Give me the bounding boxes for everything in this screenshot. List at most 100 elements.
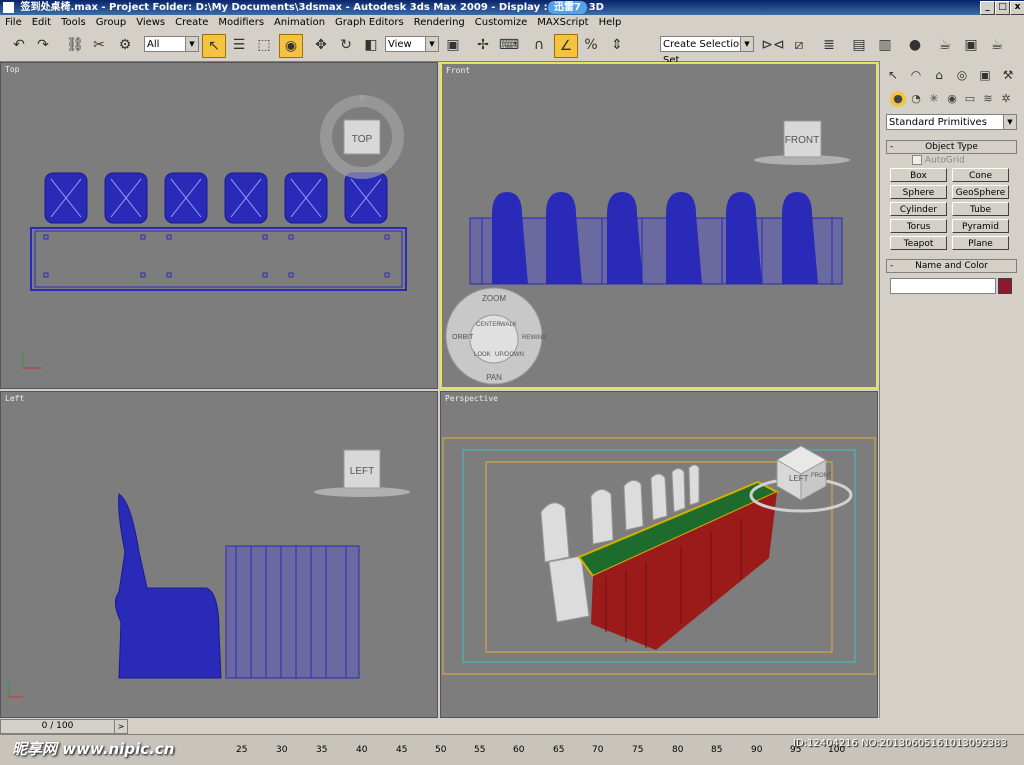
wheel-rewind[interactable]: REWIND	[522, 335, 547, 341]
select-by-name-icon[interactable]: ☰	[228, 34, 250, 56]
tube-button[interactable]: Tube	[952, 202, 1009, 216]
next-frame-arrow-icon[interactable]: >	[114, 719, 128, 734]
layer-manager-icon[interactable]: ≣	[818, 34, 840, 56]
pivot-center-icon[interactable]: ▣	[442, 34, 464, 56]
shapes-icon[interactable]: ◔	[908, 91, 924, 107]
select-and-manipulate-icon[interactable]: ✢	[472, 34, 494, 56]
menu-help[interactable]: Help	[594, 17, 627, 28]
time-slider-thumb[interactable]: 0 / 100	[0, 719, 115, 734]
rectangular-selection-icon[interactable]: ⬚	[253, 34, 275, 56]
select-and-rotate-icon[interactable]: ↻	[335, 34, 357, 56]
viewport-label-left[interactable]: Left	[5, 394, 24, 403]
menu-animation[interactable]: Animation	[269, 17, 330, 28]
box-button[interactable]: Box	[890, 168, 947, 182]
menu-tools[interactable]: Tools	[56, 17, 91, 28]
object-category-dropdown[interactable]: Standard Primitives ▼	[886, 114, 1017, 130]
object-type-rollout[interactable]: - Object Type	[886, 140, 1017, 154]
teapot-button[interactable]: Teapot	[890, 236, 947, 250]
select-and-scale-icon[interactable]: ◧	[360, 34, 382, 56]
undo-icon[interactable]: ↶	[8, 34, 30, 56]
angle-snap-icon[interactable]: ∠	[554, 34, 578, 58]
render-setup-icon[interactable]: ☕	[934, 34, 956, 56]
wheel-walk[interactable]: WALK	[500, 322, 517, 328]
geometry-icon[interactable]: ●	[890, 91, 906, 107]
select-and-move-icon[interactable]: ✥	[310, 34, 332, 56]
menu-rendering[interactable]: Rendering	[409, 17, 470, 28]
menu-group[interactable]: Group	[91, 17, 131, 28]
schematic-view-icon[interactable]: ▥	[874, 34, 896, 56]
bind-space-warp-icon[interactable]: ⚙	[114, 34, 136, 56]
window-crossing-icon[interactable]: ◉	[279, 34, 303, 58]
sphere-button[interactable]: Sphere	[890, 185, 947, 199]
time-slider[interactable]: 0 / 100 >	[0, 718, 879, 734]
named-selection-dropdown[interactable]: Create Selection Set ▼	[660, 36, 754, 66]
utilities-tab-icon[interactable]: ⚒	[998, 65, 1018, 85]
select-and-link-icon[interactable]: ⛓	[64, 34, 86, 56]
quick-render-icon[interactable]: ☕	[986, 34, 1008, 56]
modify-tab-icon[interactable]: ◠	[906, 65, 926, 85]
object-name-input[interactable]	[890, 278, 996, 294]
object-color-swatch[interactable]	[998, 278, 1012, 294]
unlink-icon[interactable]: ✂	[88, 34, 110, 56]
menu-customize[interactable]: Customize	[470, 17, 533, 28]
material-editor-icon[interactable]: ●	[904, 34, 926, 56]
minimize-button[interactable]: _	[980, 1, 995, 15]
display-tab-icon[interactable]: ▣	[975, 65, 995, 85]
cylinder-button[interactable]: Cylinder	[890, 202, 947, 216]
percent-snap-icon[interactable]: %	[580, 34, 602, 56]
viewport-front[interactable]: FRONT ZOOM PAN ORBIT REWIND CENTER WALK …	[440, 62, 878, 389]
viewport-label-front[interactable]: Front	[446, 66, 470, 75]
spinner-snap-icon[interactable]: ⇕	[606, 34, 628, 56]
cameras-icon[interactable]: ◉	[944, 91, 960, 107]
keyboard-shortcut-icon[interactable]: ⌨	[498, 34, 520, 56]
wheel-updown[interactable]: UP/DOWN	[495, 352, 524, 358]
redo-icon[interactable]: ↷	[32, 34, 54, 56]
lights-icon[interactable]: ✳	[926, 91, 942, 107]
xunlei-badge[interactable]: 迅雷7	[548, 1, 587, 14]
viewport-top[interactable]: TOP N Top	[0, 62, 438, 389]
menu-create[interactable]: Create	[170, 17, 213, 28]
autogrid-checkbox[interactable]: AutoGrid	[912, 155, 965, 166]
helpers-icon[interactable]: ▭	[962, 91, 978, 107]
maximize-button[interactable]: □	[995, 1, 1010, 15]
cone-button[interactable]: Cone	[952, 168, 1009, 182]
menu-edit[interactable]: Edit	[27, 17, 56, 28]
viewport-perspective[interactable]: LEFT FRONT Perspective	[440, 391, 878, 718]
viewport-left[interactable]: LEFT Left	[0, 391, 438, 718]
geosphere-button[interactable]: GeoSphere	[952, 185, 1009, 199]
wheel-pan[interactable]: PAN	[486, 373, 502, 382]
pyramid-button[interactable]: Pyramid	[952, 219, 1009, 233]
wheel-center[interactable]: CENTER	[476, 322, 501, 328]
app-icon[interactable]	[3, 2, 14, 13]
viewport-label-perspective[interactable]: Perspective	[445, 394, 498, 403]
steering-wheel[interactable]: ZOOM PAN ORBIT REWIND CENTER WALK LOOK U…	[445, 287, 547, 385]
menu-graph-editors[interactable]: Graph Editors	[330, 17, 409, 28]
reference-coord-dropdown[interactable]: View ▼	[385, 36, 439, 52]
rendered-frame-window-icon[interactable]: ▣	[960, 34, 982, 56]
close-button[interactable]: x	[1010, 1, 1024, 15]
menu-maxscript[interactable]: MAXScript	[532, 17, 593, 28]
menu-modifiers[interactable]: Modifiers	[213, 17, 269, 28]
motion-tab-icon[interactable]: ◎	[952, 65, 972, 85]
viewport-label-top[interactable]: Top	[5, 65, 19, 74]
systems-icon[interactable]: ✲	[998, 91, 1014, 107]
align-icon[interactable]: ⧄	[788, 34, 810, 56]
selection-filter-dropdown[interactable]: All ▼	[144, 36, 199, 52]
torus-button[interactable]: Torus	[890, 219, 947, 233]
view-cube-front[interactable]: FRONT	[754, 120, 850, 165]
curve-editor-icon[interactable]: ▤	[848, 34, 870, 56]
snaps-toggle-icon[interactable]: ∩	[528, 34, 550, 56]
select-object-icon[interactable]: ↖	[202, 34, 226, 58]
mirror-icon[interactable]: ⊳⊲	[761, 34, 784, 56]
menu-views[interactable]: Views	[131, 17, 170, 28]
menu-file[interactable]: File	[0, 17, 27, 28]
wheel-look[interactable]: LOOK	[474, 352, 491, 358]
create-tab-icon[interactable]: ↖	[883, 65, 903, 85]
hierarchy-tab-icon[interactable]: ⌂	[929, 65, 949, 85]
space-warps-icon[interactable]: ≋	[980, 91, 996, 107]
view-cube-top[interactable]: TOP N	[320, 94, 404, 179]
name-color-rollout[interactable]: - Name and Color	[886, 259, 1017, 273]
wheel-zoom[interactable]: ZOOM	[482, 294, 506, 303]
plane-button[interactable]: Plane	[952, 236, 1009, 250]
view-cube-left[interactable]: LEFT	[314, 449, 410, 497]
